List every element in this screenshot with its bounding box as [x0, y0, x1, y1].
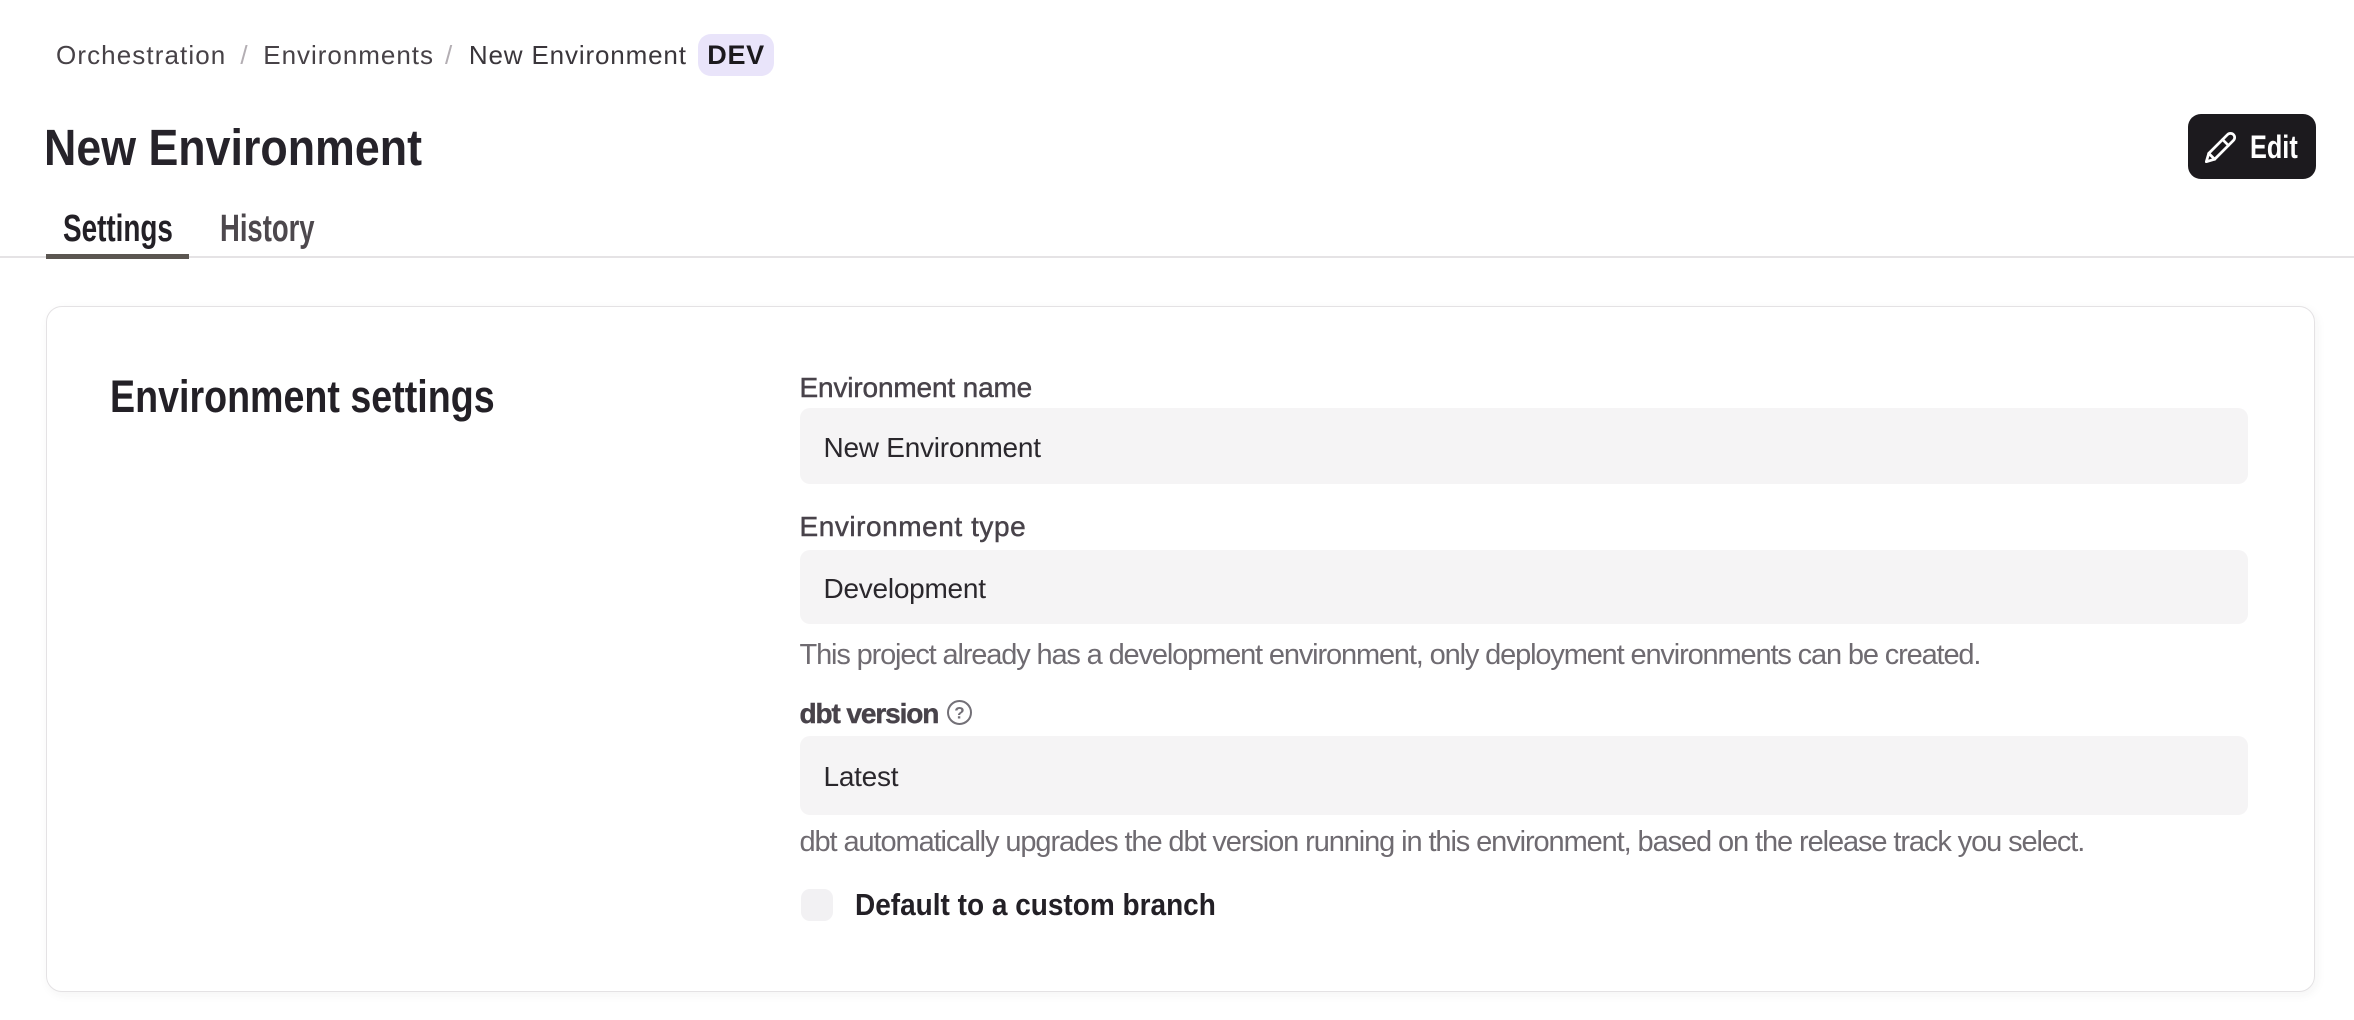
- svg-text:?: ?: [954, 703, 964, 722]
